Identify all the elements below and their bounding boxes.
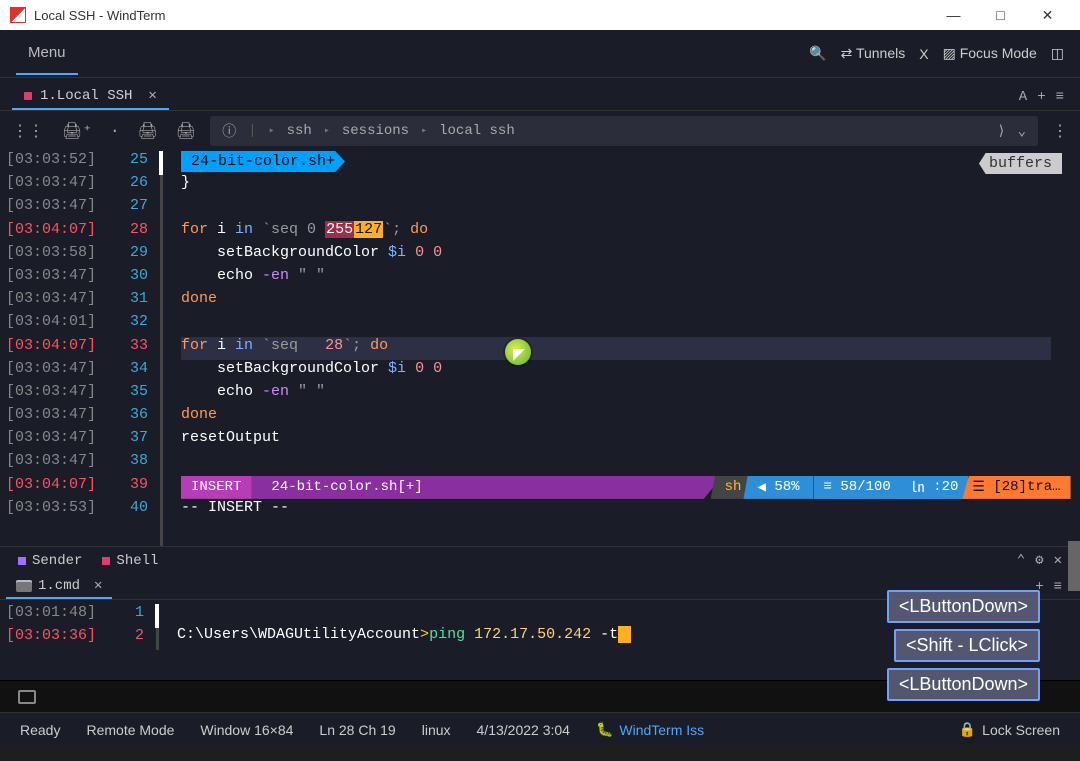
collapse-icon[interactable]: ⌃ xyxy=(1017,552,1025,569)
tab-close-button[interactable]: ✕ xyxy=(148,87,156,104)
status-link[interactable]: 🐛 WindTerm Iss xyxy=(596,721,704,738)
tunnels-button[interactable]: ⇄ Tunnels xyxy=(841,45,906,62)
go-button[interactable]: ⟩ xyxy=(997,123,1005,140)
session-tab-strip: 1.Local SSH ✕ A + ≡ xyxy=(0,83,1080,111)
new-session-icon[interactable]: 🖨⁺ xyxy=(58,119,96,143)
panel-icon[interactable]: ◫ xyxy=(1051,45,1064,62)
diff-removed: 255 xyxy=(325,221,354,238)
status-window: Window 16×84 xyxy=(200,722,293,738)
file-pill: 24-bit-color.sh+ xyxy=(181,151,345,172)
code-area[interactable]: buffers 24-bit-color.sh+ } for i in `seq… xyxy=(181,151,1080,546)
drag-handle-icon[interactable]: ⋮⋮ xyxy=(8,119,48,143)
shell-tab-close[interactable]: ✕ xyxy=(94,577,102,594)
close-panel-icon[interactable]: ✕ xyxy=(1054,552,1062,569)
chevron-right-icon: ▸ xyxy=(269,125,275,137)
line-number-gutter: 252627 282930 313233 343536 373839 40 xyxy=(108,151,160,546)
info-icon[interactable]: ⓘ xyxy=(222,121,236,141)
breadcrumb-local[interactable]: local ssh xyxy=(439,123,515,139)
kebab-menu-icon[interactable]: ⋮ xyxy=(1048,119,1072,143)
add-tab-button[interactable]: + xyxy=(1037,89,1045,105)
bottom-panel-tabs: Sender Shell ⌃ ⚙ ✕ xyxy=(0,546,1080,574)
status-ready: Ready xyxy=(20,722,60,738)
mouse-cursor-icon xyxy=(505,339,531,365)
window-icon[interactable] xyxy=(18,690,36,704)
window-title: Local SSH - WindTerm xyxy=(34,8,931,23)
toolbar: ⋮⋮ 🖨⁺ · 🖨 🖨 ⓘ | ▸ ssh ▸ sessions ▸ local… xyxy=(0,111,1080,151)
dot-icon: · xyxy=(106,120,124,142)
menu-bar: Menu 🔍 ⇄ Tunnels X ▨ Focus Mode ◫ xyxy=(0,30,1080,78)
tab-modified-icon xyxy=(24,92,32,100)
key-chip: <LButtonDown> xyxy=(887,590,1040,623)
status-position: Ln 28 Ch 19 xyxy=(319,722,395,738)
timestamp-gutter: [03:03:52][03:03:47][03:03:47] [03:04:07… xyxy=(0,151,108,546)
status-remote[interactable]: Remote Mode xyxy=(86,722,174,738)
chevron-right-icon: ▸ xyxy=(324,125,330,137)
fold-gutter xyxy=(160,151,163,546)
key-overlay: <LButtonDown> <Shift - LClick> <LButtonD… xyxy=(887,590,1040,701)
chevron-down-icon[interactable]: ⌄ xyxy=(1018,123,1026,140)
vim-status-line: INSERT 24-bit-color.sh[+] sh ◀ 58% ≡ 58/… xyxy=(181,476,1080,499)
minimize-button[interactable]: — xyxy=(931,0,976,30)
chevron-right-icon: ▸ xyxy=(421,125,427,137)
window-title-bar: Local SSH - WindTerm — □ ✕ xyxy=(0,0,1080,30)
breadcrumb-ssh[interactable]: ssh xyxy=(287,123,312,139)
editor-pane: [03:03:52][03:03:47][03:03:47] [03:04:07… xyxy=(0,151,1080,546)
key-chip: <Shift - LClick> xyxy=(894,629,1040,662)
status-bar: Ready Remote Mode Window 16×84 Ln 28 Ch … xyxy=(0,712,1080,746)
app-logo-icon xyxy=(10,7,26,23)
dup2-session-icon[interactable]: 🖨 xyxy=(172,119,200,143)
gear-icon[interactable]: ⚙ xyxy=(1035,552,1043,569)
search-icon[interactable]: 🔍 xyxy=(809,45,826,62)
buffers-pill[interactable]: buffers xyxy=(979,153,1062,174)
cmd-icon xyxy=(16,580,32,592)
close-window-button[interactable]: ✕ xyxy=(1025,0,1070,30)
cursor xyxy=(618,626,631,643)
status-os: linux xyxy=(422,722,451,738)
shell-tab-cmd[interactable]: 1.cmd ✕ xyxy=(6,574,112,599)
panel-shell[interactable]: Shell xyxy=(102,553,158,569)
percent-segment: ◀ 58% xyxy=(743,476,813,499)
scrollbar-thumb[interactable] xyxy=(1068,541,1080,591)
x-button[interactable]: X xyxy=(919,46,928,62)
tab-label: 1.Local SSH xyxy=(40,88,132,104)
trail-segment: ☰ [28]tra… xyxy=(962,476,1070,499)
lock-screen-button[interactable]: 🔒Lock Screen xyxy=(959,721,1060,738)
key-chip: <LButtonDown> xyxy=(887,668,1040,701)
file-segment: 24-bit-color.sh[+] xyxy=(251,476,722,499)
maximize-button[interactable]: □ xyxy=(978,0,1023,30)
breadcrumb-sessions[interactable]: sessions xyxy=(342,123,409,139)
shell-menu-button[interactable]: ≡ xyxy=(1054,579,1062,595)
diff-added: 127 xyxy=(354,221,383,238)
tab-local-ssh[interactable]: 1.Local SSH ✕ xyxy=(12,83,169,110)
focus-mode-button[interactable]: ▨ Focus Mode xyxy=(943,45,1037,62)
ratio-segment: ≡ 58/100 xyxy=(814,476,901,499)
col-segment: ㏑ :20 xyxy=(901,476,969,499)
font-button[interactable]: A xyxy=(1019,89,1027,105)
status-date: 4/13/2022 3:04 xyxy=(477,722,570,738)
panel-sender[interactable]: Sender xyxy=(18,553,82,569)
dup-session-icon[interactable]: 🖨 xyxy=(134,119,162,143)
tab-menu-button[interactable]: ≡ xyxy=(1056,89,1064,105)
mode-segment: INSERT xyxy=(181,476,259,499)
breadcrumb[interactable]: ⓘ | ▸ ssh ▸ sessions ▸ local ssh ⟩ ⌄ xyxy=(210,116,1038,146)
menu-button[interactable]: Menu xyxy=(16,32,78,75)
